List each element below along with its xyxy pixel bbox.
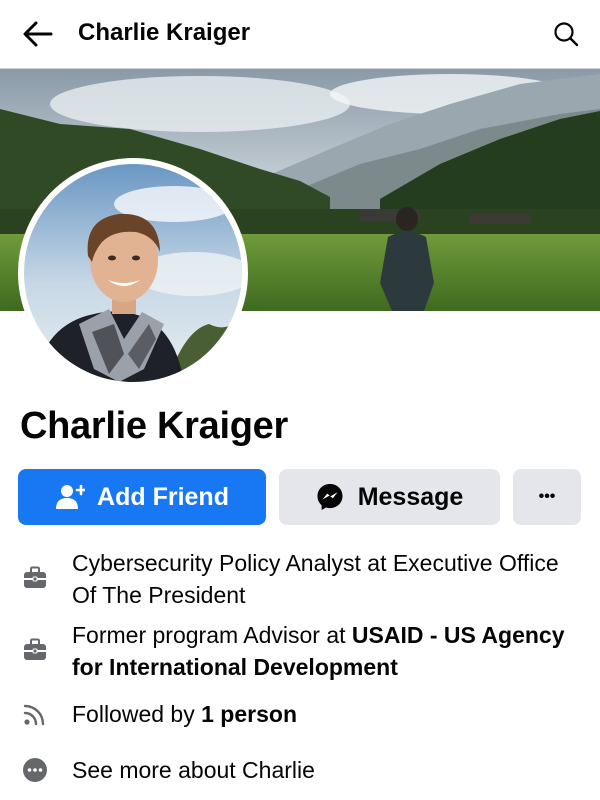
page-title: Charlie Kraiger	[78, 19, 251, 46]
add-friend-label: Add Friend	[97, 482, 229, 511]
rss-followers-icon	[23, 704, 45, 726]
search-button[interactable]	[546, 14, 586, 54]
see-more-about-text[interactable]: See more about Charlie	[72, 754, 572, 786]
arrow-left-icon	[23, 21, 53, 47]
top-bar: Charlie Kraiger	[0, 0, 600, 68]
briefcase-icon	[24, 566, 46, 588]
followers-prefix: Followed by	[72, 701, 202, 727]
former-job-text: Former program Advisor at USAID - US Age…	[72, 619, 572, 683]
former-job-prefix: Former program Advisor at	[72, 622, 352, 648]
message-label: Message	[357, 482, 464, 511]
profile-name: Charlie Kraiger	[20, 405, 288, 447]
messenger-icon	[317, 484, 343, 510]
back-button[interactable]	[18, 16, 58, 52]
more-circle-icon	[23, 758, 47, 782]
profile-picture[interactable]	[18, 158, 248, 388]
info-row-current-job: Cybersecurity Policy Analyst at Executiv…	[0, 547, 600, 613]
message-button[interactable]: Message	[279, 469, 500, 525]
followers-text: Followed by 1 person	[72, 698, 572, 730]
current-job-text: Cybersecurity Policy Analyst at Executiv…	[72, 550, 559, 608]
briefcase-icon	[24, 638, 46, 660]
add-friend-button[interactable]: Add Friend	[18, 469, 266, 525]
info-row-former-job: Former program Advisor at USAID - US Age…	[0, 619, 600, 685]
info-row-followers: Followed by 1 person	[0, 698, 600, 730]
followers-count[interactable]: 1 person	[201, 701, 297, 727]
more-options-button[interactable]: •••	[513, 469, 581, 525]
search-icon	[554, 22, 579, 47]
more-icon: •••	[538, 488, 556, 505]
add-friend-icon	[56, 484, 86, 509]
see-more-about-row[interactable]: See more about Charlie	[0, 754, 600, 786]
avatar	[24, 164, 242, 382]
